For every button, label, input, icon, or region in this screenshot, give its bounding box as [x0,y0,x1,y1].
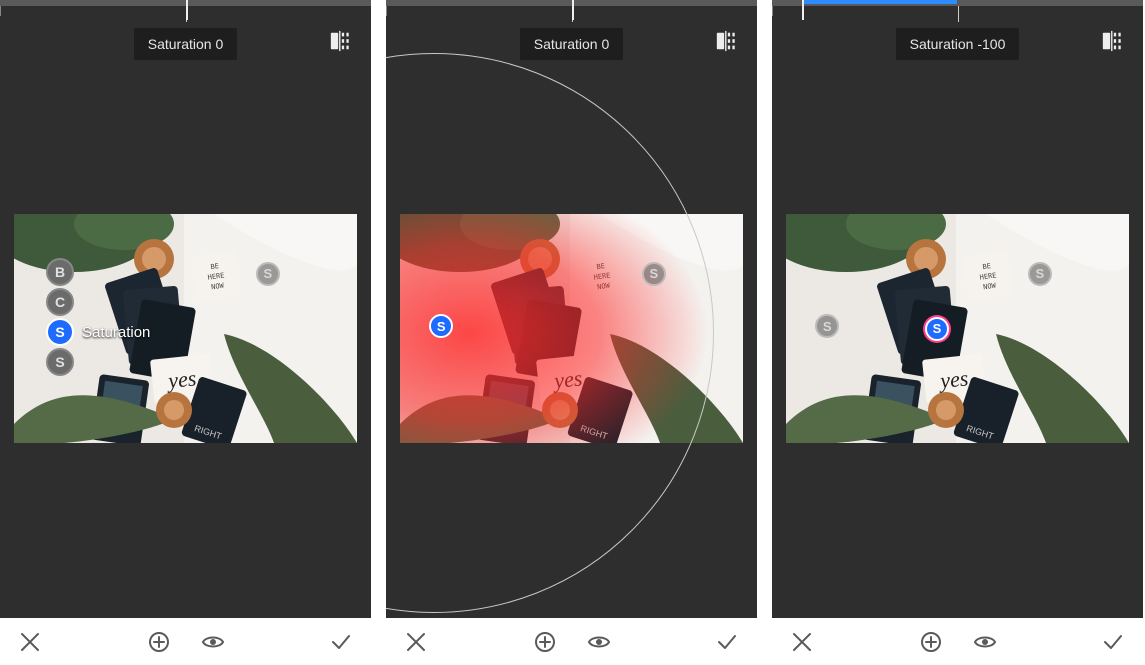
add-point-button[interactable] [147,630,171,654]
slider-tick [772,6,773,16]
slider-thumb[interactable] [802,0,804,20]
adjustment-readout: Saturation 0 [134,28,238,60]
editor-panel: Saturation -100SSS [772,0,1143,618]
apply-button[interactable] [329,630,353,654]
preview-button[interactable] [201,630,225,654]
slider-track[interactable] [386,0,757,6]
selective-option[interactable]: C [46,288,74,316]
slider-track[interactable] [0,0,371,6]
control-point[interactable]: S [642,262,666,286]
slider-thumb[interactable] [572,0,574,20]
compare-icon[interactable] [715,30,737,52]
selective-adjust-menu: BCSS [46,258,74,378]
cancel-button[interactable] [18,630,42,654]
control-point[interactable]: S [925,317,949,341]
control-point[interactable]: S [1028,262,1052,286]
slider-tick [958,6,959,22]
add-point-button[interactable] [919,630,943,654]
cancel-button[interactable] [790,630,814,654]
slider-track[interactable] [772,0,1143,6]
compare-icon[interactable] [1101,30,1123,52]
photo-canvas[interactable]: BCSSSaturationS [14,214,357,443]
control-point[interactable]: S [256,262,280,286]
apply-button[interactable] [715,630,739,654]
slider-fill [802,0,958,4]
adjustment-readout: Saturation 0 [520,28,624,60]
preview-button[interactable] [587,630,611,654]
adjustment-readout-row: Saturation 0 [0,28,371,60]
bottom-toolbar [386,618,757,665]
editor-panel: Saturation 0 SS [386,0,757,618]
add-point-button[interactable] [533,630,557,654]
apply-button[interactable] [1101,630,1125,654]
selective-option[interactable]: S [46,318,74,346]
slider-tick [386,6,387,16]
slider-tick [0,6,1,16]
selective-option[interactable]: B [46,258,74,286]
bottom-toolbar [772,618,1143,665]
selective-option[interactable]: S [46,348,74,376]
photo-canvas[interactable]: SS [400,214,743,443]
adjustment-readout-row: Saturation 0 [386,28,757,60]
editor-panel: Saturation 0BCSSSaturationS [0,0,371,618]
photo-canvas[interactable]: SSS [786,214,1129,443]
compare-icon[interactable] [329,30,351,52]
slider-thumb[interactable] [186,0,188,20]
adjustment-readout-row: Saturation -100 [772,28,1143,60]
preview-button[interactable] [973,630,997,654]
selective-option-label: Saturation [82,324,150,341]
cancel-button[interactable] [404,630,428,654]
adjustment-readout: Saturation -100 [896,28,1020,60]
bottom-toolbar [0,618,371,665]
